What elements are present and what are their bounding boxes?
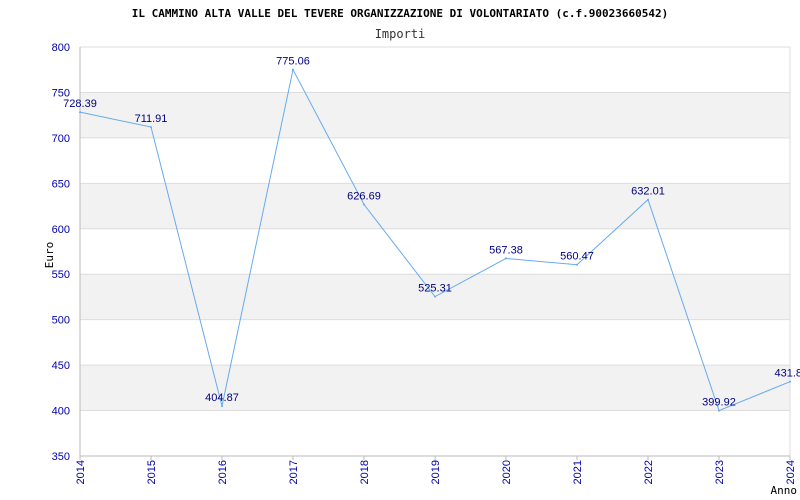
y-tick-800: 800 [52,42,70,54]
data-label-2021: 560.47 [560,251,594,263]
data-point-2022 [647,198,649,201]
y-tick-450: 450 [52,360,70,372]
x-tick-2022: 2022 [643,460,655,484]
data-point-2021 [576,263,578,266]
line-chart: 350400450500550600650700750800 2014 2015 2… [43,7,800,497]
x-tick-2020: 2020 [501,460,513,484]
data-label-2024: 431.8 [774,368,800,380]
data-label-2020: 567.38 [489,244,523,256]
data-point-2016 [221,405,223,408]
y-tick-600: 600 [52,224,70,236]
y-tick-650: 650 [52,178,70,190]
data-point-2023 [718,409,720,412]
x-tick-2017: 2017 [288,460,300,484]
x-tick-2018: 2018 [359,460,371,484]
x-tick-2016: 2016 [217,460,229,484]
data-label-2022: 632.01 [631,186,665,198]
y-tick-400: 400 [52,406,70,418]
band-600-650 [80,183,790,229]
data-point-2018 [363,203,365,206]
data-point-2014 [79,111,81,114]
x-axis-title: Anno [771,484,798,497]
x-tick-2023: 2023 [714,460,726,484]
y-tick-700: 700 [52,133,70,145]
data-label-2017: 775.06 [276,56,310,68]
data-point-2019 [434,295,436,298]
y-tick-550: 550 [52,269,70,281]
data-label-2019: 525.31 [418,283,452,295]
data-label-2023: 399.92 [702,397,736,409]
data-label-2016: 404.87 [205,392,239,404]
plot-background-bands [80,92,790,411]
x-tick-2024: 2024 [785,460,797,484]
y-axis-title: Euro [43,242,56,269]
band-400-450 [80,365,790,411]
data-point-2015 [150,126,152,129]
data-point-2024 [789,380,791,383]
chart-title: IL CAMMINO ALTA VALLE DEL TEVERE ORGANIZ… [132,7,668,20]
data-point-2020 [505,257,507,260]
band-700-750 [80,92,790,138]
x-tick-2021: 2021 [572,460,584,484]
x-tick-2015: 2015 [146,460,158,484]
y-tick-500: 500 [52,315,70,327]
chart-subtitle: Importi [375,27,426,41]
x-tick-2019: 2019 [430,460,442,484]
y-tick-350: 350 [52,451,70,463]
data-label-2014: 728.39 [63,98,97,110]
x-tick-2014: 2014 [75,460,87,484]
data-point-2017 [292,68,294,71]
data-label-2015: 711.91 [135,113,168,125]
x-tick-labels: 2014 2015 2016 2017 2018 2019 2020 2021 2022 2023… [75,460,797,484]
data-label-2018: 626.69 [347,191,381,203]
